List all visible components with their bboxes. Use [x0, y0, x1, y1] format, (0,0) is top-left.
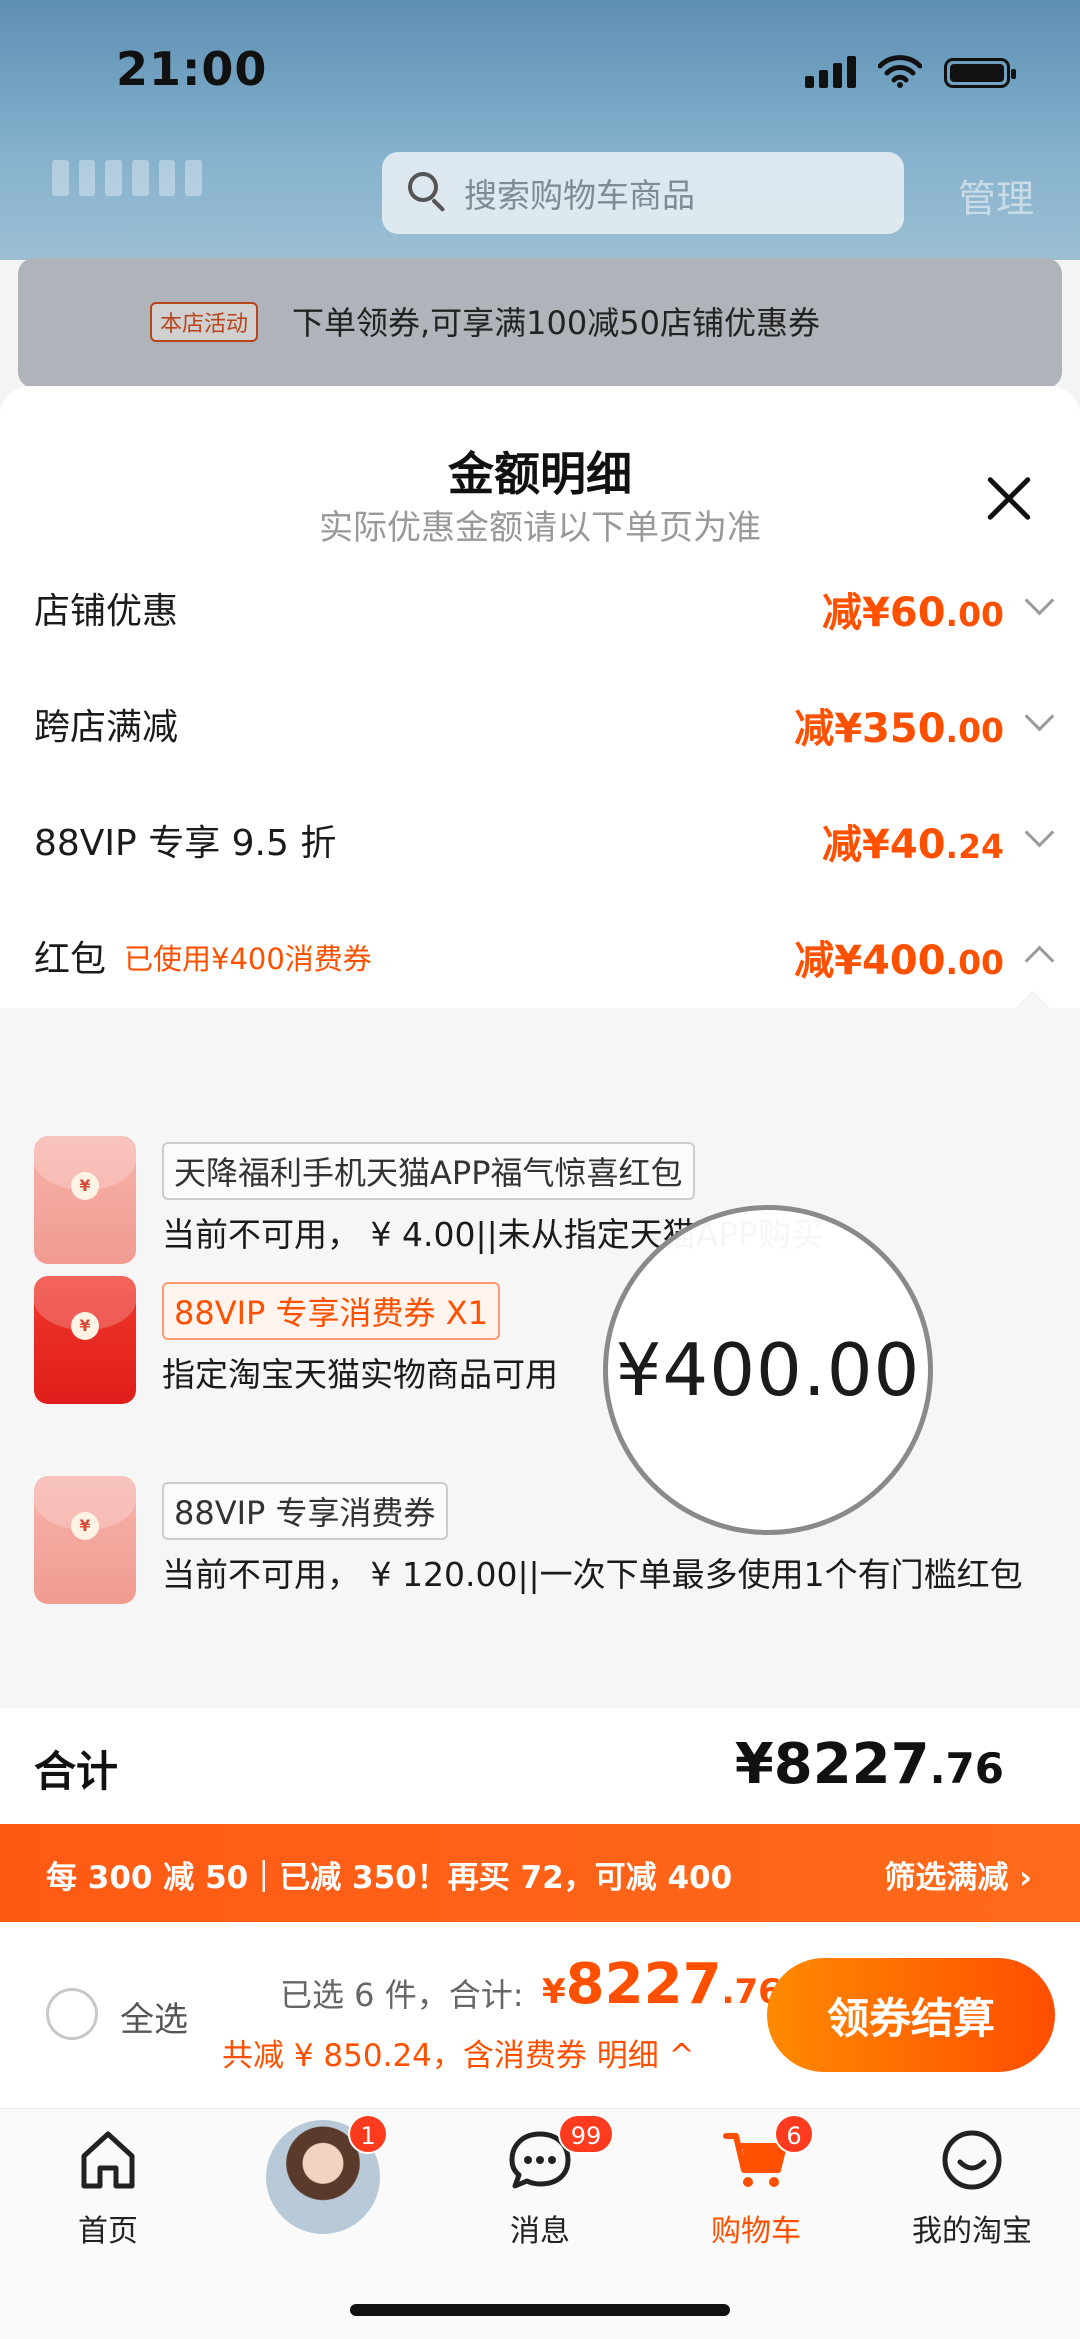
store-name-blurred [52, 160, 203, 196]
row-label: 店铺优惠 [34, 591, 179, 632]
my-taobao-icon [942, 2130, 1002, 2190]
tab-home[interactable]: 首页 [0, 2120, 216, 2249]
filter-discount-link[interactable]: 筛选满减 › [884, 1852, 1032, 1897]
row-amount: 减¥60.00 [822, 590, 1004, 636]
chevron-up-icon [1024, 945, 1055, 976]
signal-icon [805, 56, 856, 88]
promo-tag: 本店活动 [150, 302, 259, 342]
battery-icon [944, 58, 1016, 88]
close-icon[interactable] [984, 474, 1034, 524]
sheet-title: 金额明细 [448, 447, 632, 501]
status-icons [805, 52, 1016, 88]
saved-detail-link[interactable]: 共减 ¥ 850.24，含消费券 明细 ^ [222, 2030, 695, 2075]
red-packet-icon: ¥ [34, 1276, 136, 1404]
tab-messages[interactable]: 99 消息 [432, 2114, 648, 2249]
tab-label: 购物车 [711, 2214, 801, 2249]
red-packet-tag: 88VIP 专享消费券 X1 [162, 1282, 500, 1340]
search-placeholder: 搜索购物车商品 [464, 176, 695, 215]
status-time: 21:00 [116, 42, 268, 96]
tab-label: 消息 [510, 2214, 570, 2249]
manage-button[interactable]: 管理 [958, 168, 1034, 223]
red-packet-icon: ¥ [34, 1136, 136, 1264]
notification-badge: 1 [348, 2114, 388, 2154]
tab-my-taobao[interactable]: 我的淘宝 [864, 2120, 1080, 2249]
search-input[interactable]: 搜索购物车商品 [382, 152, 904, 234]
tab-label: 我的淘宝 [912, 2214, 1032, 2249]
cart-count-badge: 6 [774, 2114, 814, 2154]
red-packet-desc: 当前不可用， ¥ 120.00||一次下单最多使用1个有门槛红包 [162, 1555, 1023, 1594]
wifi-icon [878, 55, 922, 88]
sheet-subtitle: 实际优惠金额请以下单页为准 [319, 508, 761, 548]
total-amount: ¥8227.76 [734, 1732, 1004, 1797]
message-count-badge: 99 [558, 2114, 614, 2154]
discount-row-cross-store[interactable]: 跨店满减 减¥350.00 [0, 676, 1080, 766]
magnified-amount: ¥400.00 [615, 1328, 921, 1412]
tab-avatar[interactable]: 1 [216, 2114, 432, 2240]
discount-row-red-packet[interactable]: 红包 已使用¥400消费券 减¥400.00 [0, 908, 1080, 998]
discount-row-store[interactable]: 店铺优惠 减¥60.00 [0, 560, 1080, 650]
red-packet-tag: 88VIP 专享消费券 [162, 1482, 448, 1540]
row-label: 跨店满减 [34, 707, 179, 748]
discount-progress-text: 每 300 减 50｜已减 350！再买 72，可减 400 [46, 1860, 733, 1896]
red-packet-icon: ¥ [34, 1476, 136, 1604]
search-icon [408, 172, 450, 214]
row-label: 红包 [34, 939, 107, 980]
home-icon [81, 2131, 135, 2189]
red-packet-tag: 天降福利手机天猫APP福气惊喜红包 [162, 1142, 695, 1200]
discount-row-88vip[interactable]: 88VIP 专享 9.5 折 减¥40.24 [0, 792, 1080, 882]
row-amount: 减¥400.00 [794, 938, 1004, 984]
tab-cart[interactable]: 6 购物车 [648, 2114, 864, 2249]
chevron-down-icon [1024, 585, 1055, 616]
promo-text: 下单领券,可享满100减50店铺优惠券 [292, 304, 820, 342]
select-all-label[interactable]: 全选 [120, 1992, 188, 2041]
row-note: 已使用¥400消费券 [124, 942, 372, 976]
tab-label: 首页 [78, 2214, 138, 2249]
row-label: 88VIP 专享 9.5 折 [34, 823, 337, 864]
checkout-button[interactable]: 领券结算 [767, 1958, 1055, 2072]
chevron-down-icon [1024, 701, 1055, 732]
select-all-checkbox[interactable] [46, 1988, 98, 2040]
row-amount: 减¥40.24 [822, 822, 1004, 868]
checkout-total: ¥8227.76 [542, 1952, 782, 2017]
total-label: 合计 [34, 1747, 119, 1796]
selected-count: 已选 6 件，合计: [280, 1976, 524, 2014]
home-indicator [350, 2304, 730, 2316]
chevron-down-icon [1024, 817, 1055, 848]
row-amount: 减¥350.00 [794, 706, 1004, 752]
